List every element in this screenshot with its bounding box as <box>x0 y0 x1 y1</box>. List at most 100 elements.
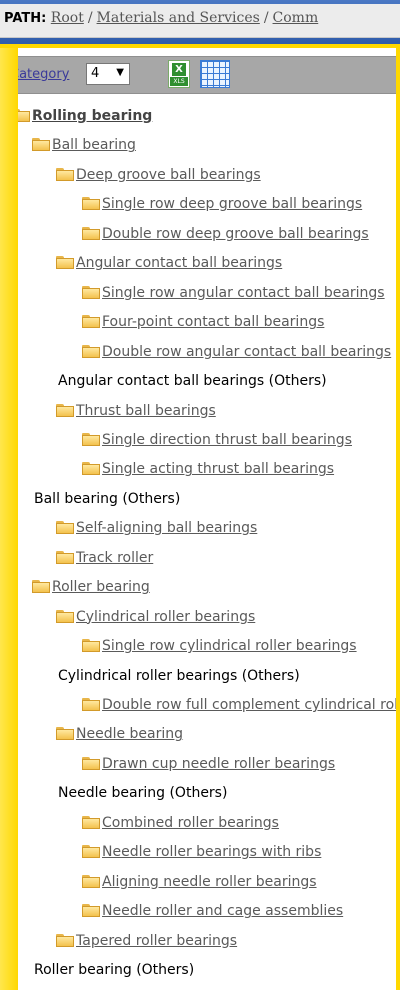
folder-icon <box>82 815 100 829</box>
tree-item[interactable]: Double row angular contact ball bearings <box>82 338 396 366</box>
tree-item[interactable]: Four-point contact ball bearings <box>82 308 396 336</box>
tree-item[interactable]: Combined roller bearings <box>82 809 396 837</box>
tree-item-link[interactable]: Needle roller bearings with ribs <box>102 844 321 860</box>
breadcrumb-materials-and-services[interactable]: Materials and Services <box>97 10 260 26</box>
tree-item-label: Ball bearing (Others) <box>34 490 181 507</box>
tree-item-label: Cylindrical roller bearings (Others) <box>58 667 300 684</box>
tree-item-link[interactable]: Angular contact ball bearings <box>76 255 282 271</box>
folder-icon <box>82 285 100 299</box>
tree-item[interactable]: Needle roller bearings with ribs <box>82 838 396 866</box>
tree-item-link[interactable]: Track roller <box>76 550 153 566</box>
tree-item-link[interactable]: Self-aligning ball bearings <box>76 520 257 536</box>
folder-icon <box>82 197 100 211</box>
content-panel: Category 4 ▼ X XLS Rolling bearing Ball b… <box>18 48 396 990</box>
folder-icon <box>82 639 100 653</box>
tree-item-link[interactable]: Single row deep groove ball bearings <box>102 196 362 212</box>
tree-item[interactable]: Ball bearing <box>32 131 396 159</box>
tree-item[interactable]: Tapered roller bearings <box>56 927 396 955</box>
tree-item-link[interactable]: Rolling bearing <box>32 108 152 124</box>
tree-item[interactable]: Drawn cup needle roller bearings <box>82 750 396 778</box>
tree-item-link[interactable]: Single row angular contact ball bearings <box>102 285 385 301</box>
folder-icon <box>82 874 100 888</box>
folder-icon <box>82 904 100 918</box>
breadcrumb-comm[interactable]: Comm <box>273 10 319 26</box>
tree-item[interactable]: Needle bearing <box>56 720 396 748</box>
tree-item[interactable]: Needle roller and cage assemblies <box>82 897 396 925</box>
tree-item-link[interactable]: Roller bearing <box>52 579 150 595</box>
tree-item[interactable]: Single row angular contact ball bearings <box>82 279 396 307</box>
tree-item-link[interactable]: Combined roller bearings <box>102 815 279 831</box>
tree-item-link[interactable]: Cylindrical roller bearings <box>76 609 255 625</box>
folder-icon <box>56 256 74 270</box>
folder-icon <box>82 344 100 358</box>
tree-item[interactable]: Double row full complement cylindrical r… <box>82 691 396 719</box>
category-link[interactable]: Category <box>18 67 69 82</box>
tree-item[interactable]: Single row cylindrical roller bearings <box>82 632 396 660</box>
tree-item: Roller bearing (Others) <box>34 956 396 984</box>
chevron-down-icon: ▼ <box>116 67 124 78</box>
folder-icon <box>82 462 100 476</box>
breadcrumb-root[interactable]: Root <box>51 10 84 26</box>
tree-item: Ball bearing (Others) <box>34 485 396 513</box>
category-select-value: 4 <box>91 66 100 81</box>
folder-icon <box>82 756 100 770</box>
tree-item-link[interactable]: Double row angular contact ball bearings <box>102 344 391 360</box>
tree-item-link[interactable]: Thrust ball bearings <box>76 403 216 419</box>
folder-icon <box>56 403 74 417</box>
folder-icon <box>82 432 100 446</box>
tree-item-link[interactable]: Single direction thrust ball bearings <box>102 432 352 448</box>
folder-icon <box>56 933 74 947</box>
folder-icon <box>56 550 74 564</box>
folder-icon <box>82 226 100 240</box>
folder-icon <box>56 167 74 181</box>
tree-item: Needle bearing (Others) <box>58 779 396 807</box>
tree-item-link[interactable]: Ball bearing <box>52 137 136 153</box>
tree-item[interactable]: Angular contact ball bearings <box>56 249 396 277</box>
tree-item[interactable]: Double row deep groove ball bearings <box>82 220 396 248</box>
tree-item-link[interactable]: Four-point contact ball bearings <box>102 314 324 330</box>
breadcrumb-separator: / <box>263 10 269 26</box>
tree-item-link[interactable]: Single row cylindrical roller bearings <box>102 638 357 654</box>
tree-item[interactable]: Aligning needle roller bearings <box>82 868 396 896</box>
tree-item-link[interactable]: Double row deep groove ball bearings <box>102 226 369 242</box>
tree-item-link[interactable]: Aligning needle roller bearings <box>102 874 317 890</box>
tree-item-link[interactable]: Needle roller and cage assemblies <box>102 903 343 919</box>
category-select[interactable]: 4 ▼ <box>86 63 130 85</box>
folder-icon <box>56 609 74 623</box>
right-rail <box>396 44 400 990</box>
folder-icon <box>82 845 100 859</box>
tree-item-link[interactable]: Tapered roller bearings <box>76 933 237 949</box>
table-view-icon[interactable] <box>200 60 230 88</box>
tree-item-link[interactable]: Double row full complement cylindrical r… <box>102 697 396 713</box>
tree-item[interactable]: Self-aligning ball bearings <box>56 514 396 542</box>
tree-item-link[interactable]: Drawn cup needle roller bearings <box>102 756 335 772</box>
tree-item[interactable]: Roller bearing <box>32 573 396 601</box>
breadcrumb-separator: / <box>87 10 93 26</box>
tree-item: Cylindrical roller bearings (Others) <box>58 662 396 690</box>
excel-xls-label: XLS <box>170 77 188 86</box>
tree-item[interactable]: Cylindrical roller bearings <box>56 603 396 631</box>
tree-item[interactable]: Single acting thrust ball bearings <box>82 455 396 483</box>
folder-icon <box>56 521 74 535</box>
tree-item-label: Angular contact ball bearings (Others) <box>58 373 327 390</box>
tree-item[interactable]: Rolling bearing <box>18 102 396 130</box>
excel-export-icon[interactable]: X XLS <box>168 60 190 88</box>
folder-icon <box>32 138 50 152</box>
tree-item[interactable]: Single row deep groove ball bearings <box>82 190 396 218</box>
path-label: PATH: <box>4 11 47 26</box>
category-toolbar: Category 4 ▼ X XLS <box>18 56 396 94</box>
tree-item[interactable]: Thrust ball bearings <box>56 397 396 425</box>
folder-icon <box>32 580 50 594</box>
tree-item-link[interactable]: Single acting thrust ball bearings <box>102 461 334 477</box>
tree-item-link[interactable]: Deep groove ball bearings <box>76 167 261 183</box>
folder-icon <box>82 315 100 329</box>
tree-item-link[interactable]: Needle bearing <box>76 726 183 742</box>
tree-item: Angular contact ball bearings (Others) <box>58 367 396 395</box>
folder-icon <box>56 727 74 741</box>
tree-item-label: Roller bearing (Others) <box>34 962 195 979</box>
tree-item[interactable]: Deep groove ball bearings <box>56 161 396 189</box>
excel-x-mark: X <box>172 63 186 76</box>
tree-item[interactable]: Single direction thrust ball bearings <box>82 426 396 454</box>
breadcrumb: PATH: Root / Materials and Services / Comm <box>0 4 400 38</box>
tree-item[interactable]: Track roller <box>56 544 396 572</box>
